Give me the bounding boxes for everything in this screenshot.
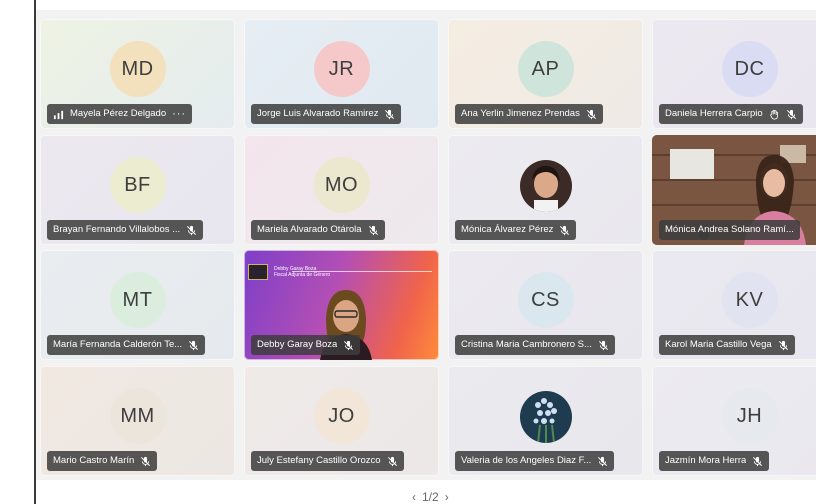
participant-name-tag: Debby Garay Boza bbox=[251, 335, 361, 355]
participant-name-tag: Mario Castro Marín bbox=[47, 451, 158, 471]
participant-tile[interactable]: JH Jazmín Mora Herra bbox=[652, 366, 816, 476]
participant-photo bbox=[519, 391, 572, 443]
participant-tile[interactable]: MM Mario Castro Marín bbox=[40, 366, 235, 476]
participant-name-tag: Brayan Fernando Villalobos ... bbox=[47, 220, 204, 240]
participant-name-tag: July Estefany Castillo Orozco bbox=[251, 451, 404, 471]
mic-muted-icon bbox=[778, 340, 789, 351]
participant-avatar: JR bbox=[313, 41, 370, 97]
participant-avatar: MD bbox=[109, 41, 166, 97]
participant-tile[interactable]: BF Brayan Fernando Villalobos ... bbox=[40, 135, 235, 245]
participant-name: Jorge Luis Alvarado Ramirez bbox=[257, 108, 379, 119]
participant-name: Debby Garay Boza bbox=[257, 339, 338, 350]
participant-avatar: MO bbox=[313, 157, 370, 213]
participant-tile[interactable]: MT María Fernanda Calderón Te... bbox=[40, 250, 235, 360]
participant-name: Mayela Pérez Delgado bbox=[70, 108, 167, 119]
participant-name-tag: Mónica Andrea Solano Ramí... bbox=[659, 220, 800, 240]
participant-name: Karol Maria Castillo Vega bbox=[665, 339, 772, 350]
participant-name: Mónica Andrea Solano Ramí... bbox=[665, 224, 794, 235]
participant-name: Valeria de los Angeles Diaz F... bbox=[461, 455, 592, 466]
mic-muted-icon bbox=[343, 340, 354, 351]
participant-tile[interactable]: JR Jorge Luis Alvarado Ramirez bbox=[244, 19, 439, 129]
participant-name-tag: Jorge Luis Alvarado Ramirez bbox=[251, 104, 402, 124]
participant-avatar: KV bbox=[721, 272, 778, 328]
participant-avatar: DC bbox=[721, 41, 778, 97]
presenter-banner: Debby Garay Boza Fiscal Adjunta de Género bbox=[248, 264, 330, 280]
participant-tile[interactable]: CS Cristina Maria Cambronero S... bbox=[448, 250, 643, 360]
participant-name-tag: Ana Yerlin Jimenez Prendas bbox=[455, 104, 603, 124]
participant-tile[interactable]: KV Karol Maria Castillo Vega bbox=[652, 250, 816, 360]
participant-name-tag: Jazmín Mora Herra bbox=[659, 451, 770, 471]
participant-tile[interactable]: Mónica Andrea Solano Ramí... bbox=[652, 135, 816, 245]
logo-icon bbox=[248, 264, 268, 280]
participant-name-tag: Mónica Álvarez Pérez bbox=[455, 220, 577, 240]
participant-avatar: MT bbox=[109, 272, 166, 328]
participant-name: Ana Yerlin Jimenez Prendas bbox=[461, 108, 580, 119]
mic-muted-icon bbox=[598, 340, 609, 351]
mic-muted-icon bbox=[752, 456, 763, 467]
next-page-button[interactable]: › bbox=[445, 490, 449, 504]
participant-tile[interactable]: JO July Estefany Castillo Orozco bbox=[244, 366, 439, 476]
signal-icon bbox=[53, 109, 64, 120]
participant-name-tag: Valeria de los Angeles Diaz F... bbox=[455, 451, 615, 471]
participant-tile[interactable]: DC Daniela Herrera Carpio bbox=[652, 19, 816, 129]
mic-muted-icon bbox=[186, 225, 197, 236]
mic-muted-icon bbox=[188, 340, 199, 351]
participant-tile[interactable]: Valeria de los Angeles Diaz F... bbox=[448, 366, 643, 476]
participant-tile[interactable]: Mónica Álvarez Pérez bbox=[448, 135, 643, 245]
presenter-banner-role: Fiscal Adjunta de Género bbox=[274, 272, 331, 278]
participant-name: Mónica Álvarez Pérez bbox=[461, 224, 554, 235]
participant-name-tag: María Fernanda Calderón Te... bbox=[47, 335, 206, 355]
participant-tile[interactable]: MO Mariela Alvarado Otárola bbox=[244, 135, 439, 245]
participant-name-tag: Karol Maria Castillo Vega bbox=[659, 335, 795, 355]
participant-name: Mario Castro Marín bbox=[53, 455, 135, 466]
participant-name: María Fernanda Calderón Te... bbox=[53, 339, 183, 350]
mic-muted-icon bbox=[786, 109, 797, 120]
participant-name: Mariela Alvarado Otárola bbox=[257, 224, 362, 235]
participant-name: Brayan Fernando Villalobos ... bbox=[53, 224, 181, 235]
top-bar bbox=[36, 0, 816, 10]
participant-tile[interactable]: Debby Garay Boza Fiscal Adjunta de Género… bbox=[244, 250, 439, 360]
participant-avatar: JO bbox=[313, 388, 370, 444]
more-options-icon[interactable]: ··· bbox=[172, 104, 186, 124]
participant-avatar: JH bbox=[721, 388, 778, 444]
participant-name-tag: Mariela Alvarado Otárola bbox=[251, 220, 385, 240]
mic-muted-icon bbox=[384, 109, 395, 120]
participant-tile[interactable]: AP Ana Yerlin Jimenez Prendas bbox=[448, 19, 643, 129]
mic-muted-icon bbox=[368, 225, 379, 236]
page-indicator: 1/2 bbox=[422, 490, 439, 504]
participant-avatar: BF bbox=[109, 157, 166, 213]
participant-name-tag: Daniela Herrera Carpio bbox=[659, 104, 803, 124]
raised-hand-icon bbox=[769, 109, 780, 120]
participant-avatar: AP bbox=[517, 41, 574, 97]
participant-name-tag: Mayela Pérez Delgado ··· bbox=[47, 104, 193, 124]
mic-muted-icon bbox=[597, 456, 608, 467]
prev-page-button[interactable]: ‹ bbox=[412, 490, 416, 504]
participant-name: Cristina Maria Cambronero S... bbox=[461, 339, 592, 350]
participant-avatar: CS bbox=[517, 272, 574, 328]
mic-muted-icon bbox=[559, 225, 570, 236]
participant-photo bbox=[519, 160, 572, 212]
pagination: ‹ 1/2 › bbox=[412, 490, 449, 504]
mic-muted-icon bbox=[387, 456, 398, 467]
video-grid: MD Mayela Pérez Delgado ··· JR Jorge Luis Al… bbox=[36, 10, 816, 480]
participant-tile[interactable]: MD Mayela Pérez Delgado ··· bbox=[40, 19, 235, 129]
banner-divider bbox=[292, 271, 432, 272]
participant-avatar: MM bbox=[109, 388, 166, 444]
participant-name: Daniela Herrera Carpio bbox=[665, 108, 763, 119]
mic-muted-icon bbox=[586, 109, 597, 120]
participant-name: July Estefany Castillo Orozco bbox=[257, 455, 381, 466]
participant-name: Jazmín Mora Herra bbox=[665, 455, 747, 466]
mic-muted-icon bbox=[140, 456, 151, 467]
participant-name-tag: Cristina Maria Cambronero S... bbox=[455, 335, 615, 355]
